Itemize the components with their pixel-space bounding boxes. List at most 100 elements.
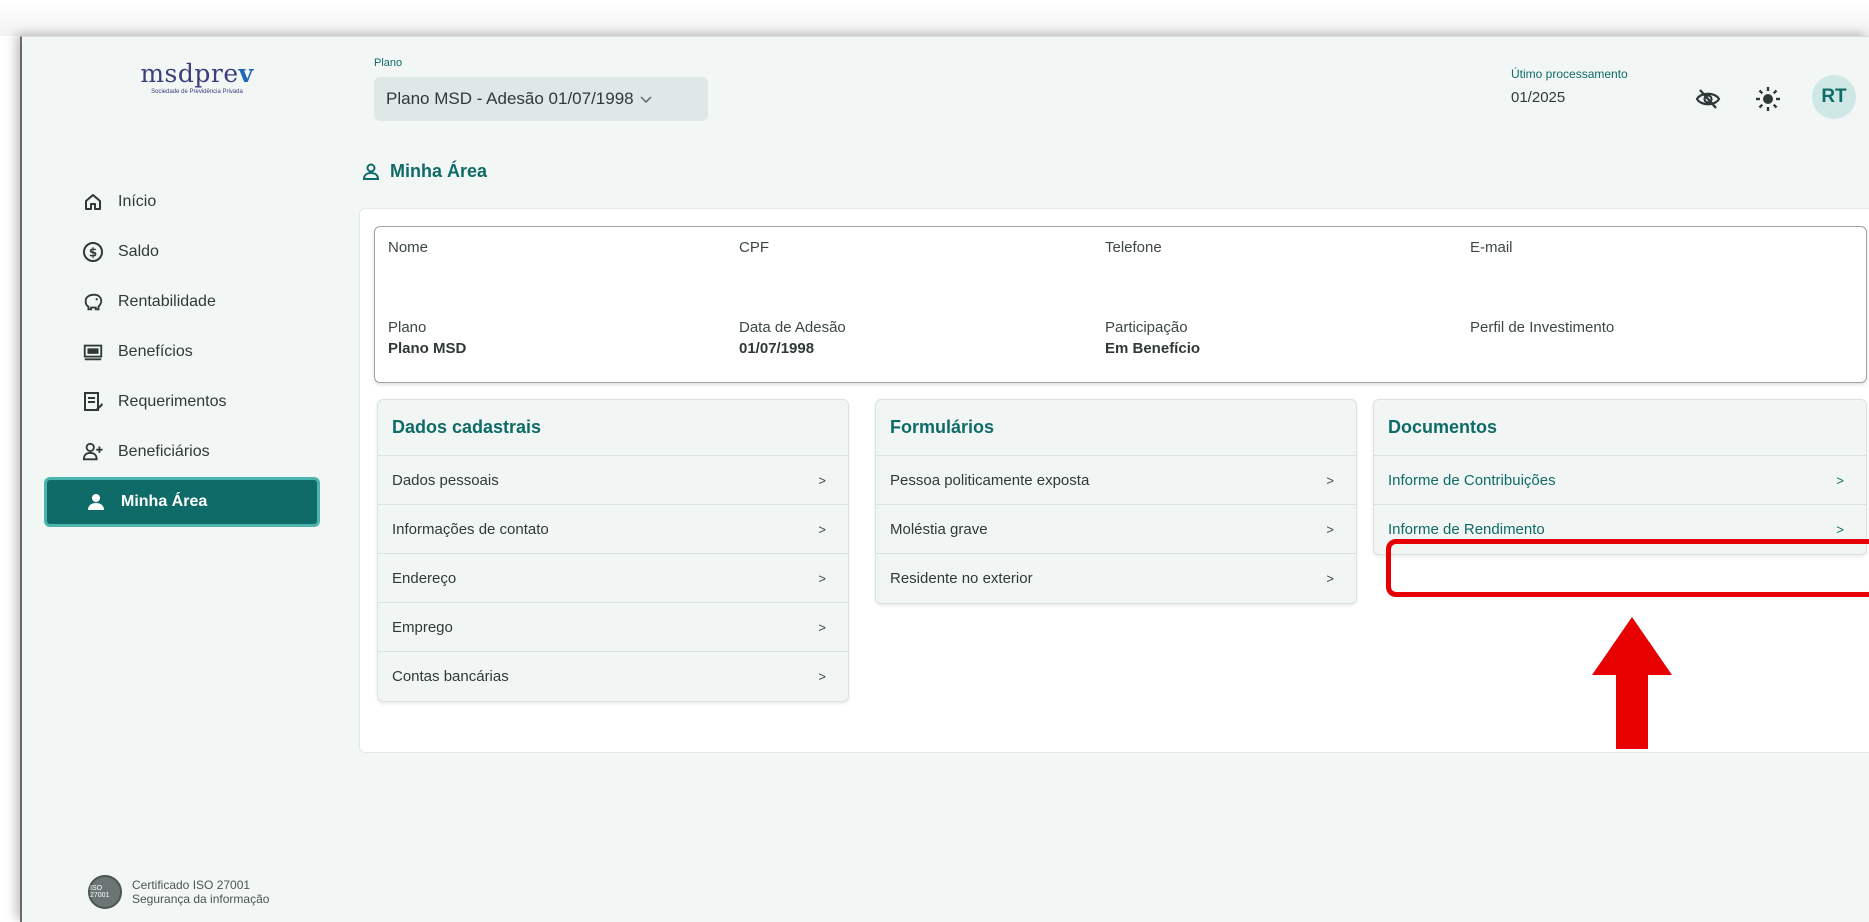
sidebar-item-label: Beneficiários	[118, 443, 210, 460]
sidebar-item-requerimentos[interactable]: Requerimentos	[44, 377, 344, 427]
panel-documentos: Documentos Informe de Contribuições > Inf…	[1373, 399, 1867, 555]
sidebar-nav: Início $ Saldo Rentabilidade Benefícios	[44, 177, 344, 527]
row-dados-pessoais[interactable]: Dados pessoais >	[378, 456, 848, 505]
logo-accent: v	[238, 59, 254, 88]
chevron-right-icon: >	[818, 472, 826, 488]
panel-title: Documentos	[1374, 400, 1866, 456]
sidebar-item-rentabilidade[interactable]: Rentabilidade	[44, 277, 344, 327]
page-title-text: Minha Área	[390, 161, 488, 181]
field-telefone: Telefone	[1105, 239, 1162, 256]
iso-line-1: Certificado ISO 27001	[132, 878, 251, 892]
chevron-right-icon: >	[1836, 472, 1844, 488]
row-emprego[interactable]: Emprego >	[378, 603, 848, 652]
panel-title: Dados cadastrais	[378, 400, 848, 456]
chevron-right-icon: >	[1326, 472, 1334, 488]
user-plus-icon	[82, 441, 104, 463]
field-cpf: CPF	[739, 239, 769, 256]
plan-label: Plano	[374, 57, 403, 69]
field-telefone-label: Telefone	[1105, 239, 1162, 256]
top-shadow	[0, 0, 1869, 36]
field-perfil: Perfil de Investimento	[1470, 319, 1614, 336]
row-pessoa-politicamente-exposta[interactable]: Pessoa politicamente exposta >	[876, 456, 1356, 505]
chevron-right-icon: >	[818, 521, 826, 537]
field-plano-label: Plano	[388, 319, 427, 336]
panel-title: Formulários	[876, 400, 1356, 456]
sidebar-item-beneficiarios[interactable]: Beneficiários	[44, 427, 344, 477]
row-label: Informações de contato	[392, 520, 549, 538]
sidebar-item-label: Minha Área	[121, 493, 208, 510]
sidebar-item-label: Requerimentos	[118, 393, 227, 410]
chevron-down-icon	[640, 92, 652, 107]
field-participacao: Participação Em Benefício	[1105, 319, 1200, 357]
highlight-box	[1386, 539, 1869, 597]
sun-icon[interactable]	[1752, 83, 1784, 115]
eye-off-icon[interactable]	[1692, 83, 1724, 115]
chevron-right-icon: >	[818, 570, 826, 586]
field-plano-value: Plano MSD	[388, 340, 467, 357]
plan-select[interactable]: Plano MSD - Adesão 01/07/1998	[374, 77, 708, 121]
chevron-right-icon: >	[818, 619, 826, 635]
chevron-right-icon: >	[818, 669, 826, 684]
user-info-box: Nome CPF Telefone E-mail Plano Plano MSD…	[374, 226, 1867, 383]
row-molestia-grave[interactable]: Moléstia grave >	[876, 505, 1356, 554]
row-label: Informe de Contribuições	[1388, 471, 1556, 489]
row-label: Dados pessoais	[392, 471, 499, 489]
field-adesao-value: 01/07/1998	[739, 340, 815, 357]
sidebar: msdprev Sociedade de Previdência Privada…	[22, 37, 342, 922]
field-participacao-label: Participação	[1105, 319, 1188, 336]
logo-subtitle: Sociedade de Previdência Privada	[151, 89, 243, 95]
field-perfil-label: Perfil de Investimento	[1470, 319, 1615, 336]
field-cpf-label: CPF	[739, 239, 769, 256]
avatar[interactable]: RT	[1812, 75, 1856, 119]
panel-dados-cadastrais: Dados cadastrais Dados pessoais > Informa…	[377, 399, 849, 702]
svg-text:$: $	[89, 246, 97, 260]
row-label: Endereço	[392, 569, 457, 587]
field-adesao-label: Data de Adesão	[739, 319, 846, 336]
row-label: Pessoa politicamente exposta	[890, 471, 1090, 489]
app-window: msdprev Sociedade de Previdência Privada…	[20, 36, 1869, 922]
row-residente-exterior[interactable]: Residente no exterior >	[876, 554, 1356, 603]
iso-badge-icon: ISO 27001	[88, 875, 122, 909]
sidebar-item-beneficios[interactable]: Benefícios	[44, 327, 344, 377]
row-label: Contas bancárias	[392, 668, 509, 685]
row-informe-contribuicoes[interactable]: Informe de Contribuições >	[1374, 456, 1866, 505]
field-email: E-mail	[1470, 239, 1513, 256]
dollar-circle-icon: $	[82, 241, 104, 263]
user-icon	[85, 491, 107, 513]
field-nome-label: Nome	[388, 239, 429, 256]
row-label: Moléstia grave	[890, 520, 988, 538]
chevron-right-icon: >	[1326, 571, 1334, 586]
sidebar-item-inicio[interactable]: Início	[44, 177, 344, 227]
form-edit-icon	[82, 391, 104, 413]
plan-select-value: Plano MSD - Adesão 01/07/1998	[386, 89, 634, 108]
row-label: Informe de Rendimento	[1388, 521, 1545, 538]
user-outline-icon	[362, 163, 380, 181]
chevron-right-icon: >	[1836, 522, 1844, 537]
row-informacoes-contato[interactable]: Informações de contato >	[378, 505, 848, 554]
sidebar-item-minha-area[interactable]: Minha Área	[44, 477, 320, 527]
field-participacao-value: Em Benefício	[1105, 340, 1201, 357]
field-plano: Plano Plano MSD	[388, 319, 466, 357]
iso-line-2: Segurança da informação	[132, 892, 270, 906]
logo[interactable]: msdprev Sociedade de Previdência Privada	[122, 59, 272, 99]
field-nome: Nome	[388, 239, 428, 256]
sidebar-item-label: Rentabilidade	[118, 293, 216, 310]
field-adesao: Data de Adesão 01/07/1998	[739, 319, 846, 357]
row-label: Emprego	[392, 618, 453, 636]
chevron-right-icon: >	[1326, 521, 1334, 537]
sidebar-item-saldo[interactable]: $ Saldo	[44, 227, 344, 277]
page-title: Minha Área	[362, 161, 487, 182]
processing-value: 01/2025	[1511, 89, 1566, 106]
logo-text: msdpre	[140, 59, 239, 88]
processing-label: Útimo processamento	[1511, 67, 1628, 81]
sidebar-item-label: Benefícios	[118, 343, 193, 360]
row-endereco[interactable]: Endereço >	[378, 554, 848, 603]
field-email-label: E-mail	[1470, 239, 1513, 256]
panel-formularios: Formulários Pessoa politicamente exposta…	[875, 399, 1357, 604]
iso-certificate: ISO 27001 Certificado ISO 27001 Seguranç…	[88, 875, 269, 909]
money-screen-icon	[82, 341, 104, 363]
red-arrow-icon	[1592, 617, 1672, 749]
row-label: Residente no exterior	[890, 570, 1033, 587]
row-contas-bancarias[interactable]: Contas bancárias >	[378, 652, 848, 701]
piggy-bank-icon	[82, 291, 104, 313]
